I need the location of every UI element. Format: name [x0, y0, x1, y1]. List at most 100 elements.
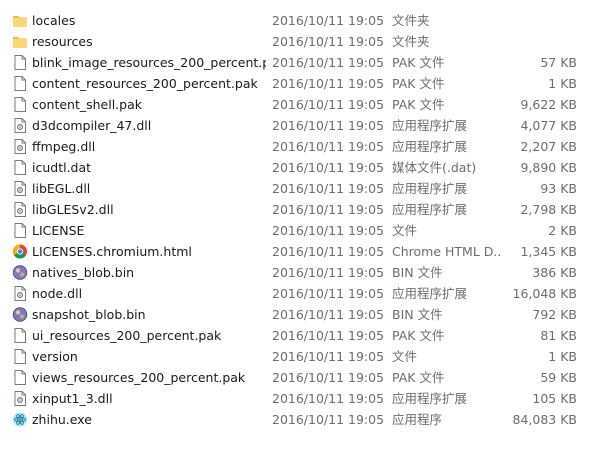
file-date: 2016/10/11 19:05: [272, 370, 385, 385]
file-name: xinput1_3.dll: [32, 391, 113, 406]
file-icon: [12, 222, 28, 239]
file-date: 2016/10/11 19:05: [272, 244, 385, 259]
file-row[interactable]: resources 2016/10/11 19:05 文件夹: [0, 31, 591, 52]
file-size: 2,207 KB: [520, 139, 577, 154]
file-row[interactable]: ffmpeg.dll 2016/10/11 19:05 应用程序扩展 2,207 KB: [0, 136, 591, 157]
file-row[interactable]: views_resources_200_percent.pak 2016/10/1…: [0, 367, 591, 388]
file-row[interactable]: d3dcompiler_47.dll 2016/10/11 19:05 应用程序扩展…: [0, 115, 591, 136]
folder-icon: [12, 12, 28, 29]
file-name: LICENSES.chromium.html: [32, 244, 192, 259]
file-row[interactable]: xinput1_3.dll 2016/10/11 19:05 应用程序扩展 105 K…: [0, 388, 591, 409]
file-type: PAK 文件: [392, 370, 445, 385]
file-type: 应用程序扩展: [392, 391, 468, 406]
file-type: PAK 文件: [392, 55, 445, 70]
file-type: 应用程序扩展: [392, 286, 468, 301]
file-size: 16,048 KB: [512, 286, 577, 301]
file-row[interactable]: blink_image_resources_200_percent.p... 20…: [0, 52, 591, 73]
file-date: 2016/10/11 19:05: [272, 412, 385, 427]
file-date: 2016/10/11 19:05: [272, 181, 385, 196]
file-name: ffmpeg.dll: [32, 139, 96, 154]
file-row[interactable]: node.dll 2016/10/11 19:05 应用程序扩展 16,048 KB: [0, 283, 591, 304]
file-type: 文件: [392, 349, 418, 364]
file-name: views_resources_200_percent.pak: [32, 370, 246, 385]
file-size: 4,077 KB: [520, 118, 577, 133]
file-size: 57 KB: [540, 55, 577, 70]
file-date: 2016/10/11 19:05: [272, 34, 385, 49]
file-date: 2016/10/11 19:05: [272, 118, 385, 133]
folder-icon: [12, 33, 28, 50]
file-type: PAK 文件: [392, 76, 445, 91]
file-date: 2016/10/11 19:05: [272, 97, 385, 112]
file-name: content_shell.pak: [32, 97, 142, 112]
file-row[interactable]: libEGL.dll 2016/10/11 19:05 应用程序扩展 93 KB: [0, 178, 591, 199]
file-icon: [12, 348, 28, 365]
file-row[interactable]: content_shell.pak 2016/10/11 19:05 PAK 文件 9…: [0, 94, 591, 115]
file-row[interactable]: zhihu.exe 2016/10/11 19:05 应用程序 84,083 KB: [0, 409, 591, 430]
file-name: LICENSE: [32, 223, 85, 238]
file-row[interactable]: icudtl.dat 2016/10/11 19:05 媒体文件(.dat) 9,89…: [0, 157, 591, 178]
file-icon: [12, 159, 28, 176]
file-name: resources: [32, 34, 93, 49]
file-type: 文件: [392, 223, 418, 238]
file-size: 2,798 KB: [520, 202, 577, 217]
file-size: 84,083 KB: [512, 412, 577, 427]
file-row[interactable]: LICENSE 2016/10/11 19:05 文件 2 KB: [0, 220, 591, 241]
file-row[interactable]: ui_resources_200_percent.pak 2016/10/11 1…: [0, 325, 591, 346]
bin-icon: [12, 264, 28, 281]
file-size: 792 KB: [532, 307, 577, 322]
file-date: 2016/10/11 19:05: [272, 202, 385, 217]
file-row[interactable]: content_resources_200_percent.pak 2016/10…: [0, 73, 591, 94]
file-type: 应用程序扩展: [392, 202, 468, 217]
file-size: 59 KB: [540, 370, 577, 385]
file-type: Chrome HTML D...: [392, 244, 502, 259]
file-row[interactable]: libGLESv2.dll 2016/10/11 19:05 应用程序扩展 2,798…: [0, 199, 591, 220]
file-date: 2016/10/11 19:05: [272, 76, 385, 91]
dll-icon: [12, 201, 28, 218]
file-name: natives_blob.bin: [32, 265, 135, 280]
dll-icon: [12, 117, 28, 134]
file-date: 2016/10/11 19:05: [272, 307, 385, 322]
dll-icon: [12, 138, 28, 155]
file-name: blink_image_resources_200_percent.p...: [32, 55, 266, 70]
file-date: 2016/10/11 19:05: [272, 286, 385, 301]
file-name: snapshot_blob.bin: [32, 307, 146, 322]
file-row[interactable]: snapshot_blob.bin 2016/10/11 19:05 BIN 文件 7…: [0, 304, 591, 325]
file-name: node.dll: [32, 286, 83, 301]
file-name: libEGL.dll: [32, 181, 91, 196]
file-row[interactable]: locales 2016/10/11 19:05 文件夹: [0, 10, 591, 31]
electron-icon: [12, 411, 28, 428]
file-row[interactable]: version 2016/10/11 19:05 文件 1 KB: [0, 346, 591, 367]
file-type: 应用程序: [392, 412, 443, 427]
file-date: 2016/10/11 19:05: [272, 265, 385, 280]
file-size: 1 KB: [548, 349, 577, 364]
file-name: content_resources_200_percent.pak: [32, 76, 258, 91]
bin-icon: [12, 306, 28, 323]
file-size: 9,890 KB: [520, 160, 577, 175]
file-name: d3dcompiler_47.dll: [32, 118, 152, 133]
file-size: 93 KB: [540, 181, 577, 196]
file-name: ui_resources_200_percent.pak: [32, 328, 222, 343]
file-type: 媒体文件(.dat): [392, 160, 477, 175]
dll-icon: [12, 285, 28, 302]
file-date: 2016/10/11 19:05: [272, 391, 385, 406]
file-type: PAK 文件: [392, 97, 445, 112]
file-icon: [12, 369, 28, 386]
file-row[interactable]: natives_blob.bin 2016/10/11 19:05 BIN 文件 38…: [0, 262, 591, 283]
dll-icon: [12, 390, 28, 407]
chrome-icon: [12, 243, 28, 260]
file-date: 2016/10/11 19:05: [272, 55, 385, 70]
dll-icon: [12, 180, 28, 197]
file-date: 2016/10/11 19:05: [272, 349, 385, 364]
file-icon: [12, 96, 28, 113]
file-name: version: [32, 349, 78, 364]
file-size: 9,622 KB: [520, 97, 577, 112]
file-type: PAK 文件: [392, 328, 445, 343]
file-row[interactable]: LICENSES.chromium.html 2016/10/11 19:05 Ch…: [0, 241, 591, 262]
file-size: 105 KB: [532, 391, 577, 406]
file-icon: [12, 54, 28, 71]
file-size: 386 KB: [532, 265, 577, 280]
file-size: 1,345 KB: [520, 244, 577, 259]
file-type: BIN 文件: [392, 307, 443, 322]
file-name: locales: [32, 13, 76, 28]
file-date: 2016/10/11 19:05: [272, 160, 385, 175]
